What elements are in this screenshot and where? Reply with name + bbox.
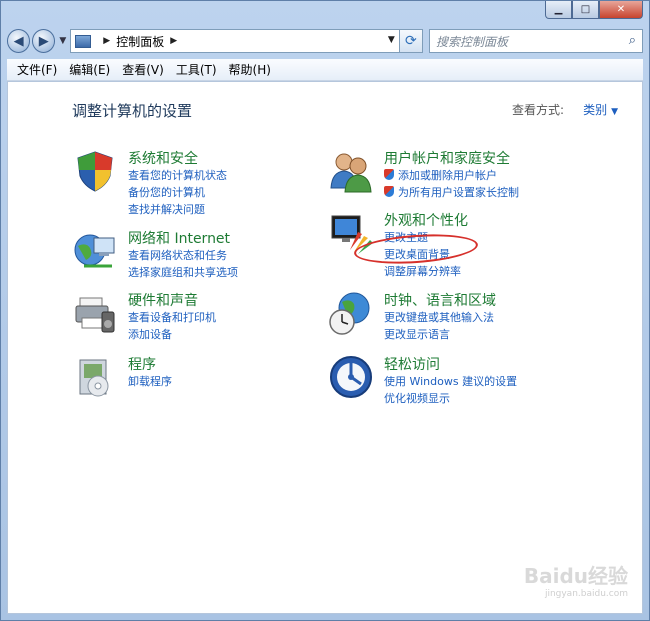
search-placeholder: 搜索控制面板 [435,34,508,49]
refresh-icon: ⟳ [405,33,417,49]
back-arrow-icon: ◀ [13,33,24,49]
address-row: ◀ ▶ ▼ ▶ 控制面板 ▶ ▼ ⟳ 搜索控制面板 ⌕ [7,27,643,55]
link-homegroup-sharing[interactable]: 选择家庭组和共享选项 [128,264,238,281]
link-troubleshoot[interactable]: 查找并解决问题 [128,201,227,218]
category-title[interactable]: 硬件和声音 [128,290,198,310]
link-parental-controls[interactable]: 为所有用户设置家长控制 [384,184,519,201]
view-by-dropdown[interactable]: 类别 ▼ [583,101,618,118]
menu-view[interactable]: 查看(V) [116,61,170,78]
programs-box-icon[interactable] [72,354,118,400]
link-uninstall-program[interactable]: 卸载程序 [128,373,172,390]
link-add-remove-accounts[interactable]: 添加或删除用户帐户 [384,167,519,184]
category-title[interactable]: 轻松访问 [384,354,440,374]
link-devices-printers[interactable]: 查看设备和打印机 [128,309,216,326]
view-by-label: 查看方式: [511,103,564,117]
category-title[interactable]: 外观和个性化 [384,210,468,230]
watermark-text: Baidu经验 [523,564,628,588]
link-optimize-visual-display[interactable]: 优化视频显示 [384,390,517,407]
printer-speaker-icon[interactable] [72,290,118,336]
breadcrumb-separator-icon[interactable]: ▶ [103,36,110,46]
close-button[interactable]: ✕ [599,1,643,19]
ease-of-access-icon[interactable] [328,354,374,400]
watermark: Baidu经验 jingyan.baidu.com [524,560,628,599]
breadcrumb-control-panel[interactable]: 控制面板 [116,33,164,50]
maximize-button[interactable]: □ [572,1,599,19]
users-icon[interactable] [328,148,374,194]
clock-globe-icon[interactable] [328,290,374,336]
menu-file[interactable]: 文件(F) [11,61,63,78]
link-view-computer-status[interactable]: 查看您的计算机状态 [128,167,227,184]
menu-edit[interactable]: 编辑(E) [63,61,116,78]
link-adjust-resolution[interactable]: 调整屏幕分辨率 [384,263,461,280]
menu-help[interactable]: 帮助(H) [223,61,277,78]
recent-pages-dropdown[interactable]: ▼ [59,36,66,46]
link-network-status[interactable]: 查看网络状态和任务 [128,247,238,264]
link-backup-computer[interactable]: 备份您的计算机 [128,184,227,201]
category-title[interactable]: 时钟、语言和区域 [384,290,496,310]
search-icon[interactable]: ⌕ [629,33,636,48]
link-change-display-language[interactable]: 更改显示语言 [384,326,494,343]
minimize-button[interactable]: ▁ [545,1,572,19]
view-by-value[interactable]: 类别 [583,103,607,117]
menu-bar: 文件(F) 编辑(E) 查看(V) 工具(T) 帮助(H) [7,59,643,81]
menu-tools[interactable]: 工具(T) [170,61,223,78]
chevron-down-icon[interactable]: ▼ [611,107,618,117]
control-panel-content: 调整计算机的设置 查看方式: 类别 ▼ 系统和安全 查看您的计算机状态 备份您的计… [7,81,643,614]
back-button[interactable]: ◀ [7,29,31,53]
category-title[interactable]: 系统和安全 [128,148,198,168]
page-title: 调整计算机的设置 [72,102,193,120]
control-panel-window: ▁ □ ✕ ◀ ▶ ▼ ▶ 控制面板 ▶ ▼ ⟳ 搜索控制面板 ⌕ 文件(F) … [0,0,650,621]
control-panel-icon [75,34,92,48]
address-dropdown-icon[interactable]: ▼ [388,35,395,45]
refresh-button[interactable]: ⟳ [399,29,423,53]
breadcrumb-chevron-icon[interactable]: ▶ [170,36,177,46]
search-input[interactable]: 搜索控制面板 ⌕ [428,29,643,53]
link-change-keyboard-input[interactable]: 更改键盘或其他输入法 [384,309,494,326]
watermark-url: jingyan.baidu.com [544,589,628,599]
address-bar[interactable]: ▶ 控制面板 ▶ ▼ [70,29,400,53]
forward-arrow-icon: ▶ [38,33,49,49]
forward-button[interactable]: ▶ [32,29,56,53]
category-title[interactable]: 程序 [128,354,156,374]
network-globe-icon[interactable] [72,228,118,274]
caption-buttons: ▁ □ ✕ [545,1,643,19]
category-title[interactable]: 网络和 Internet [128,228,230,248]
shield-flag-icon[interactable] [72,148,118,194]
link-add-device[interactable]: 添加设备 [128,326,216,343]
category-title[interactable]: 用户帐户和家庭安全 [384,148,510,168]
link-use-recommended-settings[interactable]: 使用 Windows 建议的设置 [384,373,517,390]
